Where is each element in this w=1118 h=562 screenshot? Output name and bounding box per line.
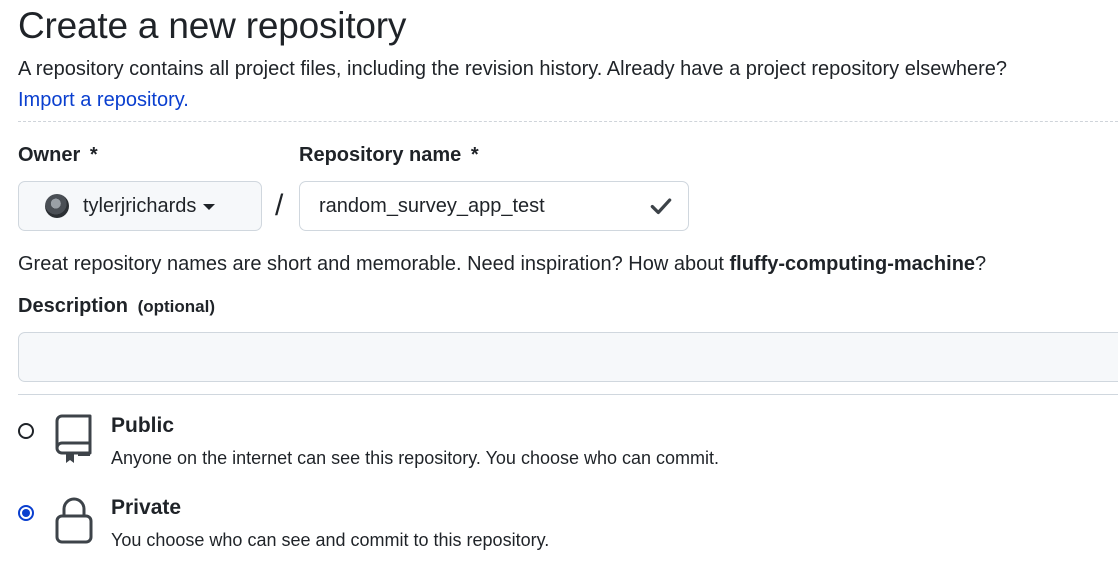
private-radio[interactable] — [18, 505, 34, 521]
avatar — [45, 194, 69, 218]
owner-dropdown[interactable]: tylerjrichards — [18, 181, 262, 231]
page-title: Create a new repository — [18, 5, 407, 46]
public-radio[interactable] — [18, 423, 34, 439]
public-option-description: Anyone on the internet can see this repo… — [111, 448, 720, 468]
section-divider — [18, 394, 1118, 395]
required-mark: * — [470, 144, 479, 166]
private-option-title[interactable]: Private — [111, 495, 181, 521]
lock-icon — [55, 497, 93, 544]
check-icon — [650, 198, 672, 215]
owner-name: tylerjrichards — [83, 195, 197, 217]
repository-name-hint: Great repository names are short and mem… — [18, 253, 987, 275]
repository-name-input[interactable]: random_survey_app_test — [299, 181, 689, 231]
repository-name-value[interactable]: random_survey_app_test — [319, 193, 648, 219]
repository-name-label: Repository name * — [299, 144, 479, 166]
owner-repo-separator: / — [275, 189, 284, 222]
description-input[interactable] — [18, 332, 1118, 382]
caret-down-icon — [203, 204, 216, 210]
optional-mark: (optional) — [137, 297, 216, 316]
repo-book-icon — [55, 414, 92, 463]
description-label: Description (optional) — [18, 295, 216, 317]
section-divider — [18, 121, 1118, 122]
owner-label: Owner * — [18, 144, 98, 166]
private-option-description: You choose who can see and commit to thi… — [111, 530, 550, 550]
public-option-title[interactable]: Public — [111, 413, 174, 439]
page-intro: A repository contains all project files,… — [18, 58, 1008, 80]
required-mark: * — [89, 144, 98, 166]
import-repository-link[interactable]: Import a repository. — [18, 87, 189, 113]
name-suggestion[interactable]: fluffy-computing-machine — [729, 253, 975, 275]
